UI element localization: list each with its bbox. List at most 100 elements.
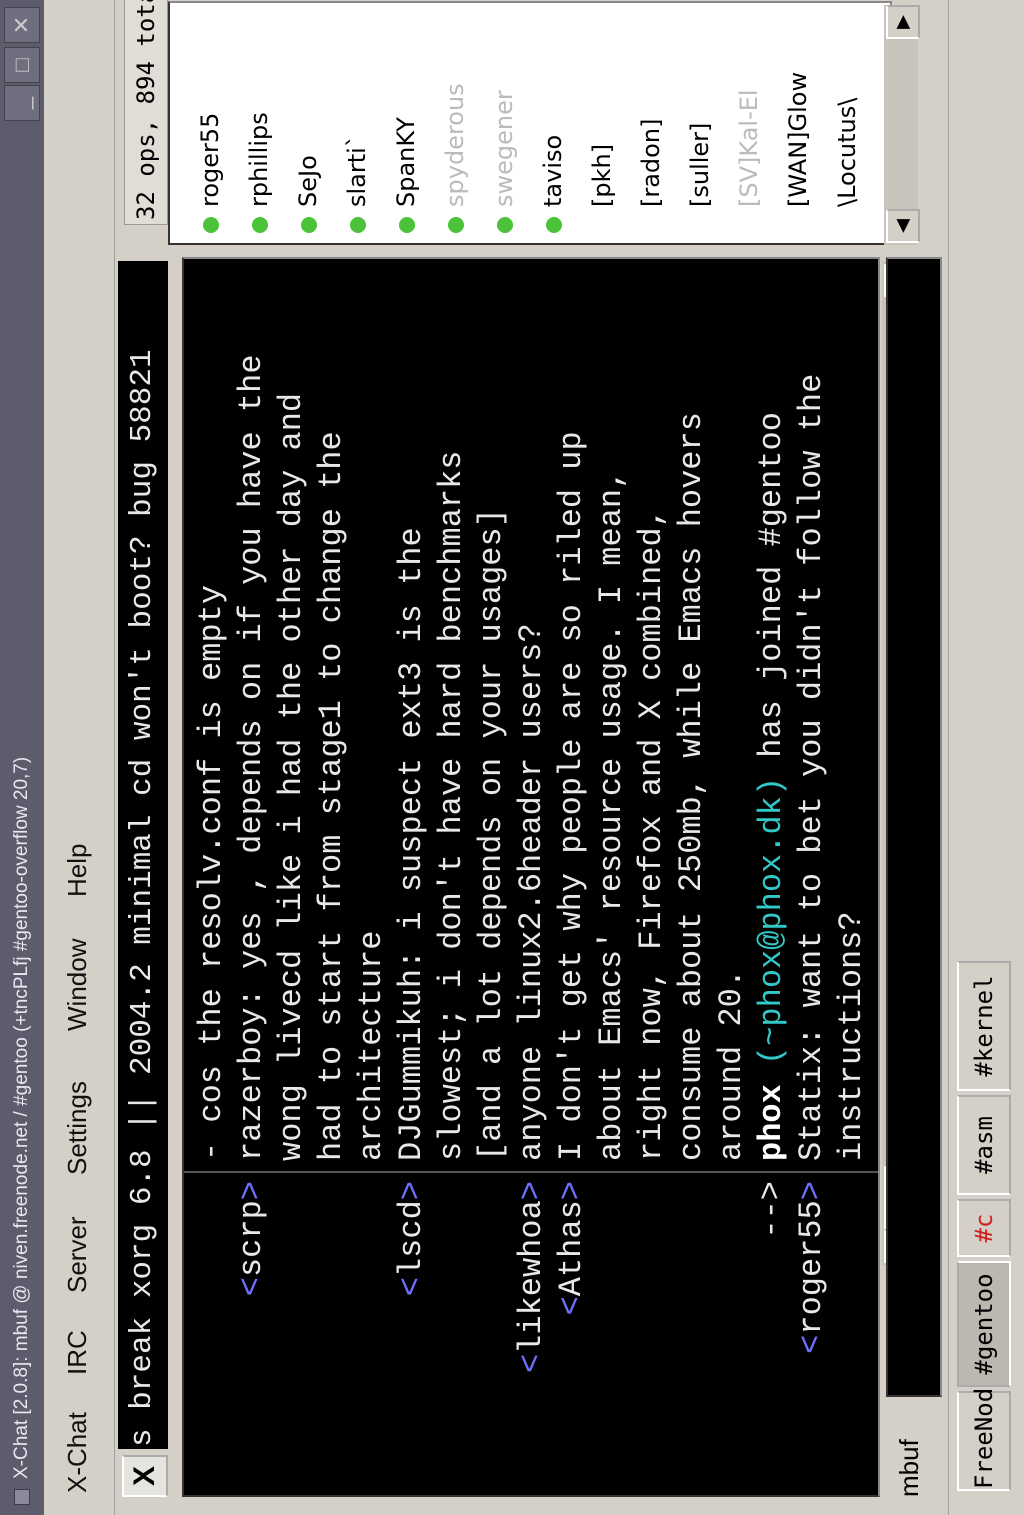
title-bar: X-Chat [2.0.8]: mbuf @ niven.freenode.ne…	[0, 0, 44, 1515]
chat-nick[interactable]: <lscd>	[392, 1181, 432, 1495]
user-name: SpanKY	[392, 117, 420, 207]
user-list-item[interactable]: roger55	[188, 113, 232, 233]
user-list-item[interactable]: swegener	[482, 90, 526, 233]
menu-settings[interactable]: Settings	[62, 1081, 93, 1175]
tab-label: #kernel	[970, 975, 998, 1077]
chat-line: <likewhoa> anyone linux2.6header users?	[512, 259, 552, 1495]
chat-nick[interactable]: <Athas>	[552, 1181, 592, 1495]
user-name: slarti`	[343, 135, 371, 207]
user-list-item[interactable]: [SV]Kal-El	[727, 89, 771, 233]
user-name: [suller]	[686, 122, 714, 207]
chat-nick[interactable]: -->	[752, 1181, 792, 1495]
userlist-scrollbar[interactable]: ◀ ▶	[884, 5, 920, 245]
chat-nick[interactable]: <roger55>	[792, 1181, 832, 1495]
maximize-icon[interactable]: □	[4, 47, 40, 83]
user-name: [pkh]	[588, 143, 616, 207]
chat-message: consume about 250mb, while Emacs hovers	[673, 412, 710, 1161]
chat-message: wong livecd like i had the other day and	[273, 392, 310, 1161]
chat-message: phox (~phox@phox.dk) has joined #gentoo	[753, 412, 790, 1161]
topic-entry[interactable]: s break xorg 6.8 || 2004.2 minimal cd wo…	[118, 261, 168, 1449]
chat-line: about Emacs' resource usage. I mean,	[592, 259, 632, 1495]
op-status-icon	[497, 217, 513, 233]
message-input[interactable]	[886, 257, 942, 1397]
user-list-item[interactable]: SpanKY	[384, 117, 428, 233]
op-status-icon	[350, 217, 366, 233]
chat-message: DJGummikuh: i suspect ext3 is the	[393, 527, 430, 1161]
xchat-window: X-Chat [2.0.8]: mbuf @ niven.freenode.ne…	[0, 0, 1024, 1515]
chat-message: around 20.	[713, 968, 750, 1161]
user-list-item[interactable]: [pkh]	[580, 144, 624, 233]
menu-help[interactable]: Help	[62, 844, 93, 897]
tab-label: #c	[970, 1213, 998, 1243]
minimize-icon[interactable]: _	[4, 85, 40, 121]
user-list-item[interactable]: [WAN]Glow	[776, 72, 820, 233]
chat-line: <Athas> I don't get why people are so ril…	[552, 259, 592, 1495]
chat-line: <lscd> DJGummikuh: i suspect ext3 is the	[392, 259, 432, 1495]
user-list-item[interactable]: rphillips	[237, 112, 281, 233]
user-name: [radon]	[637, 118, 665, 207]
chat-message: architecture	[353, 930, 390, 1161]
channel-tabs: FreeNode #gentoo #c #asm #kernel	[948, 0, 1024, 1515]
nick-button[interactable]: mbuf	[894, 1439, 925, 1497]
chat-line: had to start from stage1 to change the	[312, 259, 352, 1495]
chat-message: instructions?	[833, 911, 870, 1161]
chat-message: razerboy: yes , depends on if you have t…	[233, 354, 270, 1161]
chat-line: around 20.	[712, 259, 752, 1495]
user-list-item[interactable]: [suller]	[678, 123, 722, 233]
chat-line: [and a lot depends on your usages]	[472, 259, 512, 1495]
chat-line: slowest; i don't have hard benchmarks	[432, 259, 472, 1495]
close-window-icon[interactable]: ✕	[4, 7, 40, 43]
user-name: [WAN]Glow	[784, 71, 812, 207]
chat-message: Statix: want to bet you didn't follow th…	[793, 373, 830, 1161]
user-name: taviso	[539, 134, 567, 207]
user-name: [SV]Kal-El	[735, 89, 763, 207]
chat-message: slowest; i don't have hard benchmarks	[433, 450, 470, 1161]
tab-gentoo[interactable]: #gentoo	[957, 1261, 1011, 1387]
chat-line: wong livecd like i had the other day and	[272, 259, 312, 1495]
op-status-icon	[399, 217, 415, 233]
chat-line: architecture	[352, 259, 392, 1495]
menu-window[interactable]: Window	[62, 939, 93, 1031]
chat-message: about Emacs' resource usage. I mean,	[593, 469, 630, 1161]
close-tab-button[interactable]: X	[122, 1455, 168, 1497]
user-list-item[interactable]: SeJo	[286, 155, 330, 233]
menu-irc[interactable]: IRC	[62, 1330, 93, 1375]
user-list-item[interactable]: \Locutus\	[825, 98, 869, 233]
ul-scroll-right-icon[interactable]: ▶	[886, 5, 920, 39]
chat-message: I don't get why people are so riled up	[553, 431, 590, 1161]
chat-line: --> phox (~phox@phox.dk) has joined #gent…	[752, 259, 792, 1495]
user-list[interactable]: roger55 rphillips SeJo slarti` SpanKY spydero…	[168, 1, 892, 245]
chat-nick[interactable]: <scrp>	[232, 1181, 272, 1495]
op-status-icon	[546, 217, 562, 233]
tab-kernel[interactable]: #kernel	[957, 961, 1011, 1091]
user-name: SeJo	[294, 155, 322, 207]
chat-line: <roger55> Statix: want to bet you didn't …	[792, 259, 832, 1495]
chat-message: had to start from stage1 to change the	[313, 431, 350, 1161]
chat-text-area[interactable]: - cos the resolv.conf is empty <scrp> raze…	[182, 257, 880, 1497]
user-list-item[interactable]: slarti`	[335, 135, 379, 233]
tab-label: #asm	[970, 1116, 998, 1174]
tab-c[interactable]: #c	[957, 1199, 1011, 1257]
user-name: swegener	[490, 90, 518, 207]
chat-line: consume about 250mb, while Emacs hovers	[672, 259, 712, 1495]
user-list-item[interactable]: spyderous	[433, 83, 477, 233]
tab-asm[interactable]: #asm	[957, 1095, 1011, 1195]
user-name: rphillips	[245, 112, 273, 207]
chat-message: right now, Firefox and X combined,	[633, 508, 670, 1161]
chat-message: - cos the resolv.conf is empty	[193, 584, 230, 1161]
tab-freenode[interactable]: FreeNode	[957, 1373, 1011, 1491]
user-list-item[interactable]: taviso	[531, 135, 575, 233]
op-status-icon	[252, 217, 268, 233]
window-menu-icon[interactable]	[14, 1489, 30, 1505]
window-title: X-Chat [2.0.8]: mbuf @ niven.freenode.ne…	[11, 756, 32, 1479]
user-name: spyderous	[441, 83, 469, 207]
chat-line: right now, Firefox and X combined,	[632, 259, 672, 1495]
user-list-item[interactable]: [radon]	[629, 119, 673, 233]
chat-nick[interactable]: <likewhoa>	[512, 1181, 552, 1495]
chat-message: [and a lot depends on your usages]	[473, 508, 510, 1161]
menu-xchat[interactable]: X-Chat	[62, 1412, 93, 1493]
ul-scroll-left-icon[interactable]: ◀	[886, 209, 920, 243]
menu-server[interactable]: Server	[62, 1216, 93, 1293]
op-status-icon	[448, 217, 464, 233]
chat-message: anyone linux2.6header users?	[513, 623, 550, 1161]
